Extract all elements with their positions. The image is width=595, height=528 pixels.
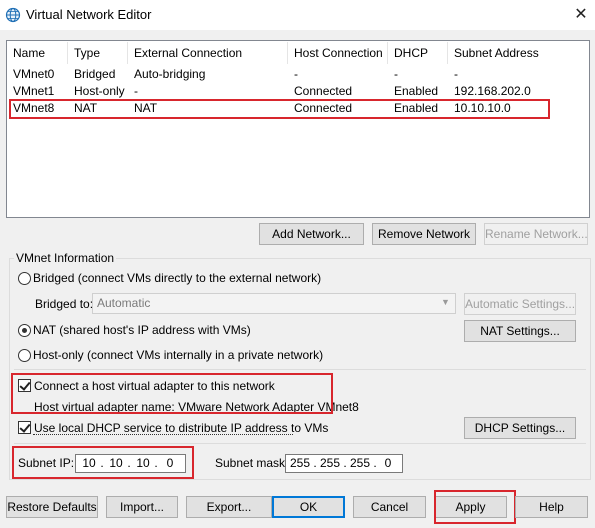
row-host-connection: Connected xyxy=(294,84,353,98)
row-name: VMnet0 xyxy=(13,67,55,81)
nat-radio[interactable] xyxy=(18,324,31,337)
highlight-apply-button xyxy=(434,490,516,524)
ok-button[interactable]: OK xyxy=(272,496,345,518)
divider xyxy=(14,369,586,370)
network-globe-icon xyxy=(5,7,21,23)
title-bar: Virtual Network Editor ✕ xyxy=(0,0,595,30)
row-subnet: 192.168.202.0 xyxy=(454,84,531,98)
column-header-external[interactable]: External Connection xyxy=(128,42,288,64)
highlight-adapter-section xyxy=(11,373,333,414)
table-row[interactable]: VMnet0 Bridged Auto-bridging - - - xyxy=(7,66,587,83)
import-button[interactable]: Import... xyxy=(106,496,178,518)
row-host-connection: - xyxy=(294,67,298,81)
subnet-mask-input[interactable]: 255 . 255 . 255 . 0 xyxy=(285,454,403,473)
dhcp-label: Use local DHCP service to distribute IP … xyxy=(34,421,329,435)
export-button[interactable]: Export... xyxy=(186,496,272,518)
divider xyxy=(14,443,586,444)
row-external: Auto-bridging xyxy=(134,67,206,81)
highlight-subnet-ip xyxy=(12,446,194,479)
close-icon[interactable]: ✕ xyxy=(570,5,592,25)
row-subnet: - xyxy=(454,67,458,81)
highlight-selected-row xyxy=(9,99,550,119)
column-header-host-connection[interactable]: Host Connection xyxy=(288,42,388,64)
rename-network-button[interactable]: Rename Network... xyxy=(484,223,588,245)
row-type: Host-only xyxy=(74,84,125,98)
help-button[interactable]: Help xyxy=(515,496,588,518)
mask-octet: 255 xyxy=(349,456,371,470)
dhcp-checkbox[interactable] xyxy=(18,421,31,434)
window-title: Virtual Network Editor xyxy=(26,7,152,22)
column-header-subnet[interactable]: Subnet Address xyxy=(448,42,548,64)
automatic-settings-button[interactable]: Automatic Settings... xyxy=(464,293,576,315)
host-only-label: Host-only (connect VMs internally in a p… xyxy=(33,348,324,362)
cancel-button[interactable]: Cancel xyxy=(353,496,426,518)
bridged-to-select[interactable]: Automatic ▼ xyxy=(92,293,456,314)
dhcp-settings-button[interactable]: DHCP Settings... xyxy=(464,417,576,439)
column-header-name[interactable]: Name xyxy=(7,42,68,64)
bridged-radio[interactable] xyxy=(18,272,31,285)
bridged-to-value: Automatic xyxy=(97,296,151,310)
mask-octet: 255 xyxy=(289,456,311,470)
bridged-label: Bridged (connect VMs directly to the ext… xyxy=(33,271,322,285)
vmnet-information-label: VMnet Information xyxy=(14,251,117,265)
bridged-to-label: Bridged to: xyxy=(35,297,94,311)
focus-underline xyxy=(33,434,293,435)
column-header-dhcp[interactable]: DHCP xyxy=(388,42,448,64)
mask-octet: 255 xyxy=(319,456,341,470)
nat-settings-button[interactable]: NAT Settings... xyxy=(464,320,576,342)
nat-label: NAT (shared host's IP address with VMs) xyxy=(33,323,251,337)
restore-defaults-button[interactable]: Restore Defaults xyxy=(6,496,98,518)
add-network-button[interactable]: Add Network... xyxy=(259,223,364,245)
chevron-down-icon: ▼ xyxy=(441,297,450,307)
row-name: VMnet1 xyxy=(13,84,55,98)
subnet-mask-label: Subnet mask: xyxy=(215,456,289,470)
column-header-type[interactable]: Type xyxy=(68,42,128,64)
network-list[interactable]: Name Type External Connection Host Conne… xyxy=(6,40,590,218)
mask-octet: 0 xyxy=(384,456,392,470)
row-external: - xyxy=(134,84,138,98)
row-type: Bridged xyxy=(74,67,116,81)
row-dhcp: - xyxy=(394,67,398,81)
table-row[interactable]: VMnet1 Host-only - Connected Enabled 192… xyxy=(7,83,587,100)
row-dhcp: Enabled xyxy=(394,84,439,98)
host-only-radio[interactable] xyxy=(18,349,31,362)
remove-network-button[interactable]: Remove Network xyxy=(372,223,476,245)
